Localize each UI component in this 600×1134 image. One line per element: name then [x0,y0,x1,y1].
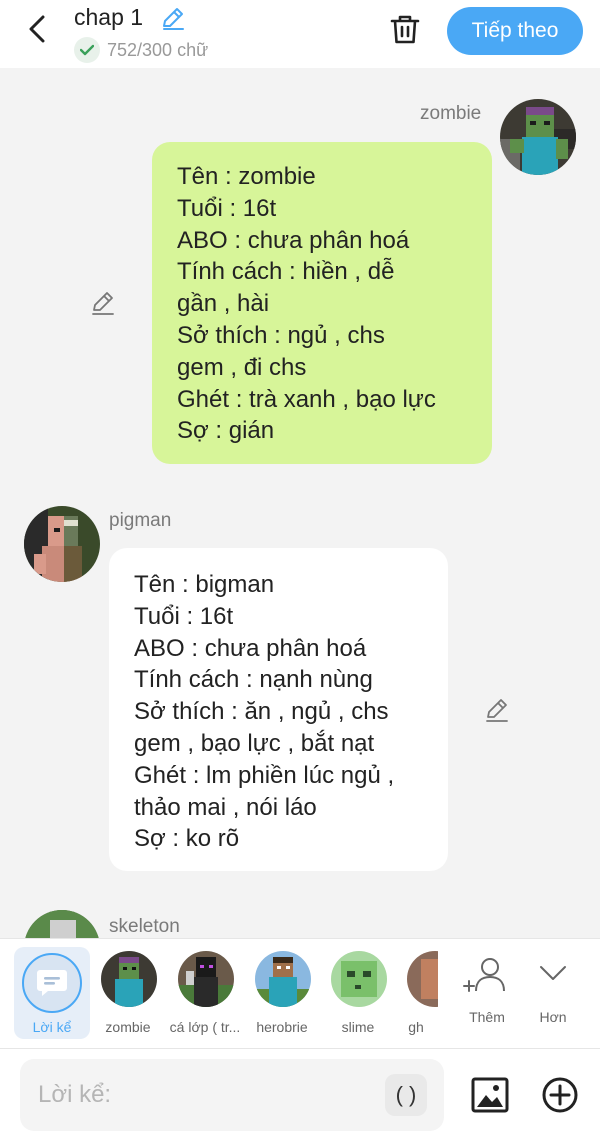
message-line: Ghét : lm phiền lúc ngủ , [134,761,395,789]
message-line: gần , hài [177,290,270,318]
add-person-icon [463,958,505,992]
pencil-icon [486,699,508,722]
message-line: Tên : zombie [177,163,316,190]
pencil-icon [163,8,184,30]
character-name: cá lớp ( tr... [169,1019,241,1035]
message-line: Tính cách : hiền , dễ [177,258,395,286]
word-count-text: 752/300 chữ [107,39,209,60]
sender-name: pigman [109,510,172,531]
message-bubble[interactable]: Tên : zombie Tuổi : 16t ABO : chưa phân … [152,142,492,464]
input-placeholder: Lời kể: [38,1081,112,1108]
character-name: zombie [105,1019,151,1035]
parentheses-button[interactable]: ( ) [385,1074,427,1116]
input-bar: Lời kể: ( ) [0,1048,600,1134]
message-line: gem , bạo lực , bắt nạt [134,729,375,757]
character-zombie[interactable]: zombie [88,947,168,1039]
message-line: Sợ : ko rõ [134,825,240,853]
character-selector: Lời kể zombie cá lớp ( tr... herobrie sl… [0,938,600,1048]
avatar [407,951,438,1007]
add-character-button[interactable]: Thêm [460,951,514,1031]
edit-title-button[interactable] [160,5,186,31]
message-line: gem , đi chs [177,353,307,381]
message-line: Tuổi : 16t [177,194,277,222]
message-input[interactable]: Lời kể: ( ) [20,1059,444,1131]
add-character-label: Thêm [469,1009,505,1025]
character-ca-lop[interactable]: cá lớp ( tr... [165,947,245,1039]
character-name: herobrie [256,1019,308,1035]
word-count: 752/300 chữ [74,37,208,63]
avatar [331,951,387,1007]
message-line: Sở thích : ăn , ngủ , chs [134,698,389,726]
message-line: Sở thích : ngủ , chs [177,321,385,349]
chevron-left-icon [29,15,45,43]
sender-name: zombie [420,103,482,124]
character-name: gh [408,1019,424,1035]
avatar [101,951,157,1007]
narrator-label: Lời kể [32,1019,72,1035]
message-line: Tính cách : nạnh nùng [134,666,373,694]
character-herobrie[interactable]: herobrie [242,947,322,1039]
insert-image-button[interactable] [470,1075,510,1115]
chapter-title[interactable]: chap 1 [74,4,143,31]
message-line: Tuổi : 16t [134,602,234,630]
chevron-down-icon [540,966,566,980]
expand-label: Hơn [539,1009,567,1025]
avatar [178,951,234,1007]
delete-button[interactable] [388,12,422,46]
character-gh[interactable]: gh [394,947,438,1039]
next-button[interactable]: Tiếp theo [447,7,583,55]
narrator-icon [22,953,82,1013]
edit-message-button[interactable] [89,289,117,317]
character-slime[interactable]: slime [318,947,398,1039]
avatar [255,951,311,1007]
avatar-zombie[interactable] [500,99,576,175]
pencil-icon [92,292,114,315]
narrator-option[interactable]: Lời kể [14,947,90,1039]
trash-icon [390,15,420,44]
message-line: Tên : bigman [134,571,275,598]
image-icon [471,1077,509,1113]
add-button[interactable] [540,1075,580,1115]
message-line: Ghét : trà xanh , bạo lực [177,385,436,413]
check-icon [74,37,100,63]
message-line: ABO : chưa phân hoá [134,634,367,662]
sender-name: skeleton [109,916,180,937]
character-name: slime [341,1019,375,1035]
message-line: ABO : chưa phân hoá [177,226,410,254]
message-bubble[interactable]: Tên : bigman Tuổi : 16t ABO : chưa phân … [109,548,448,871]
expand-button[interactable]: Hơn [526,951,580,1031]
message-line: Sợ : gián [177,417,275,445]
chat-area[interactable]: zombie Tên : zombie Tuổi : 16t ABO : chư… [0,68,600,938]
plus-circle-icon [542,1077,578,1113]
edit-message-button[interactable] [483,696,511,724]
back-button[interactable] [22,14,52,44]
top-bar: chap 1 752/300 chữ Tiếp theo [0,0,600,68]
message-line: thảo mai , nói láo [134,793,317,821]
avatar-skeleton[interactable] [24,910,100,938]
avatar-pigman[interactable] [24,506,100,582]
